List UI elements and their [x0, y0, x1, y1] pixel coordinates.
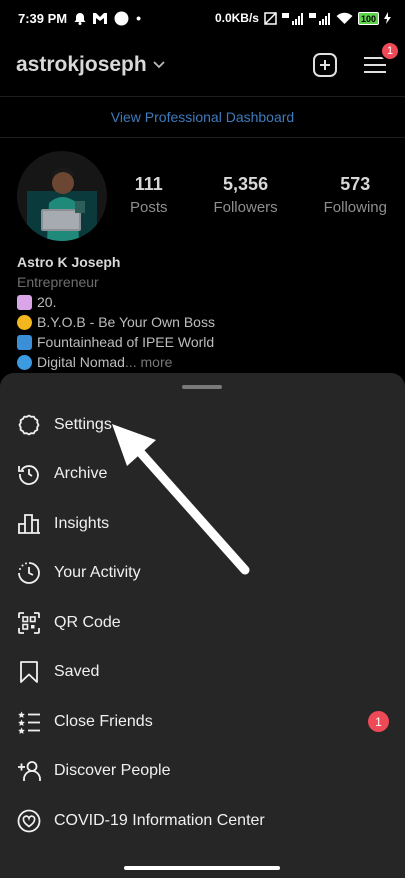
settings-icon	[16, 412, 42, 438]
menu-button[interactable]: 1	[361, 41, 400, 79]
menu-item-label: Discover People	[54, 761, 171, 779]
network-speed: 0.0KB/s	[214, 11, 259, 25]
chevron-down-icon[interactable]	[153, 61, 165, 69]
bio-line: B.Y.O.B - Be Your Own Boss	[17, 312, 215, 332]
jio-icon	[114, 11, 129, 25]
profile-menu-sheet: Settings Archive Insights Your Activity …	[0, 373, 405, 878]
gmail-icon	[93, 12, 108, 24]
insights-icon	[16, 511, 42, 537]
covid-info-icon	[16, 808, 42, 834]
menu-item-close-friends[interactable]: Close Friends 1	[0, 697, 405, 746]
profile-name: Astro K Joseph	[17, 254, 121, 270]
stat-posts[interactable]: 111 Posts	[130, 174, 168, 216]
menu-item-your-activity[interactable]: Your Activity	[0, 548, 405, 597]
stat-label: Posts	[130, 199, 168, 216]
add-person-icon	[16, 758, 42, 784]
signal-icon-2	[308, 12, 330, 25]
menu-item-label: Archive	[54, 464, 108, 482]
stat-label: Following	[323, 199, 387, 216]
menu-item-label: QR Code	[54, 613, 121, 631]
activity-icon	[16, 560, 42, 586]
avatar[interactable]	[17, 151, 107, 241]
stat-value: 573	[340, 174, 371, 194]
status-time: 7:39 PM	[18, 10, 68, 26]
profile-header: astrokjoseph 1	[0, 36, 405, 94]
stat-followers[interactable]: 5,356 Followers	[213, 174, 277, 216]
menu-item-archive[interactable]: Archive	[0, 449, 405, 498]
bio-line: Digital Nomad... more	[17, 352, 215, 372]
status-dot: •	[136, 10, 142, 26]
stat-following[interactable]: 573 Following	[324, 174, 387, 216]
menu-item-saved[interactable]: Saved	[0, 647, 405, 696]
menu-notification-badge: 1	[380, 41, 400, 61]
menu-item-settings[interactable]: Settings	[0, 400, 405, 449]
avatar-photo	[17, 151, 107, 241]
bio-more-link[interactable]: ... more	[125, 352, 172, 372]
archive-icon	[16, 461, 42, 487]
close-friends-icon	[16, 709, 42, 735]
bio-line: 20.	[17, 292, 215, 312]
menu-item-insights[interactable]: Insights	[0, 499, 405, 548]
stat-value: 5,356	[223, 174, 269, 194]
globe-emoji-icon	[17, 354, 32, 370]
menu-item-covid-info[interactable]: COVID-19 Information Center	[0, 796, 405, 845]
no-data-icon	[264, 11, 277, 25]
status-bar: 7:39 PM • 0.0KB/s 100	[0, 0, 405, 36]
profile-stats: 111 Posts 5,356 Followers 573 Following	[130, 174, 387, 216]
charging-icon	[384, 12, 391, 24]
stat-value: 111	[134, 174, 163, 194]
menu-item-label: Settings	[54, 415, 112, 433]
close-friends-badge: 1	[368, 711, 389, 732]
stat-label: Followers	[213, 199, 278, 216]
signal-icon	[281, 12, 303, 25]
wifi-icon	[336, 12, 353, 24]
qr-code-icon	[16, 610, 42, 636]
menu-item-qr-code[interactable]: QR Code	[0, 598, 405, 647]
professional-dashboard-link[interactable]: View Professional Dashboard	[0, 96, 405, 138]
home-indicator[interactable]	[124, 866, 280, 870]
technologist-emoji-icon	[17, 334, 32, 350]
create-button[interactable]	[311, 51, 339, 79]
unicorn-emoji-icon	[17, 294, 32, 310]
profile-bio: Astro K Joseph Entrepreneur 20. B.Y.O.B …	[17, 252, 215, 372]
menu-item-label: COVID-19 Information Center	[54, 811, 265, 829]
bio-line: Fountainhead of IPEE World	[17, 332, 215, 352]
sheet-drag-handle[interactable]	[182, 385, 222, 389]
add-post-icon	[313, 53, 337, 77]
menu-item-label: Close Friends	[54, 712, 153, 730]
profile-category: Entrepreneur	[17, 274, 99, 290]
menu-item-discover-people[interactable]: Discover People	[0, 746, 405, 795]
bell-icon	[74, 12, 86, 25]
star-emoji-icon	[17, 314, 32, 330]
bookmark-icon	[16, 659, 42, 685]
menu-item-label: Saved	[54, 662, 100, 680]
menu-item-label: Insights	[54, 514, 110, 532]
username-switcher[interactable]: astrokjoseph	[16, 53, 147, 77]
battery-icon: 100	[357, 11, 379, 25]
menu-item-label: Your Activity	[54, 563, 141, 581]
